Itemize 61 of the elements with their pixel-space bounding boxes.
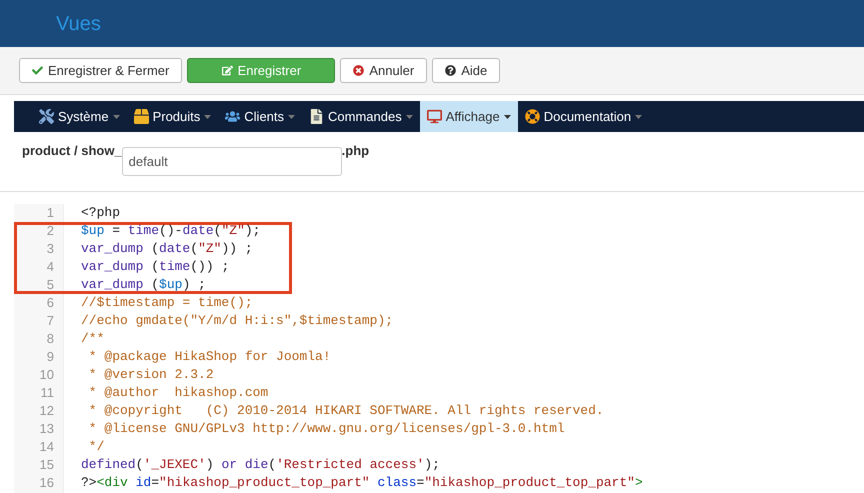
menu-item[interactable]: Clients [218, 101, 302, 132]
line-number: 16 [38, 474, 54, 492]
line-number: 5 [46, 276, 54, 294]
menu-item[interactable]: Documentation [518, 101, 650, 132]
caret-icon [635, 114, 642, 118]
code-line: * @copyright (C) 2010-2014 HIKARI SOFTWARE. All rights reserved. [88, 402, 604, 420]
menu-item[interactable]: Produits [126, 101, 218, 132]
document-icon [309, 109, 324, 124]
caret-icon [406, 114, 413, 118]
file-prefix: product / show_ [22, 142, 122, 160]
line-number: 13 [38, 420, 54, 438]
toolbar-button[interactable]: Aide [432, 58, 500, 83]
line-number: 14 [38, 438, 54, 456]
code-line: //echo gmdate("Y/m/d H:i:s",$timestamp); [81, 312, 394, 330]
code-line: //$timestamp = time(); [81, 294, 253, 312]
code-line: /** [81, 330, 104, 348]
line-number: 10 [38, 366, 54, 384]
lifebuoy-icon [524, 109, 540, 124]
edit-icon [222, 65, 233, 76]
display-icon [426, 109, 442, 124]
line-number: 12 [38, 402, 54, 420]
line-number: 6 [46, 294, 54, 312]
caret-icon [504, 114, 511, 118]
line-number: 7 [46, 312, 54, 330]
caret-icon [288, 114, 296, 118]
code-line: var_dump (time()) ; [81, 258, 230, 276]
users-icon [225, 109, 240, 124]
code-line: var_dump ($up) ; [81, 276, 206, 294]
code-line: * @license GNU/GPLv3 http://www.gnu.org/licenses/gpl-3.0.html [88, 420, 565, 438]
line-number: 2 [46, 222, 54, 240]
line-number: 3 [46, 240, 54, 258]
file-suffix: .php [342, 142, 370, 160]
line-number: 8 [46, 330, 54, 348]
close-icon [353, 65, 364, 76]
caret-icon [112, 114, 120, 118]
code-line: * @version 2.3.2 [88, 366, 214, 384]
toolbar-button[interactable]: Annuler [340, 58, 428, 83]
menu-item[interactable]: Affichage [420, 101, 518, 132]
code-line: defined('_JEXEC') or die('Restricted access'); [81, 456, 440, 474]
line-number: 4 [46, 258, 54, 276]
code-line: */ [88, 438, 104, 456]
check-icon [32, 65, 43, 76]
box-icon [134, 109, 149, 124]
tools-icon [39, 109, 54, 124]
line-number: 9 [46, 348, 54, 366]
toolbar-button[interactable]: Enregistrer & Fermer [19, 58, 182, 83]
caret-icon [204, 114, 212, 118]
code-line: $up = time()-date("Z"); [81, 222, 260, 240]
line-number: 1 [46, 204, 54, 222]
help-icon [445, 65, 456, 76]
code-line: * @package HikaShop for Joomla! [88, 348, 331, 366]
line-number: 11 [40, 384, 54, 402]
page-title: Vues [56, 12, 101, 36]
line-number: 15 [38, 456, 54, 474]
code-line: <?php [81, 204, 120, 222]
filename-field[interactable]: default [122, 147, 342, 176]
menu-item[interactable]: Commandes [302, 101, 420, 132]
code-line: * @author hikashop.com [88, 384, 268, 402]
code-line: var_dump (date("Z")) ; [81, 240, 253, 258]
code-line: ?><div id="hikashop_product_top_part" class="hikashop_product_top_part"> [81, 474, 643, 492]
menu-item[interactable]: Système [32, 101, 127, 132]
